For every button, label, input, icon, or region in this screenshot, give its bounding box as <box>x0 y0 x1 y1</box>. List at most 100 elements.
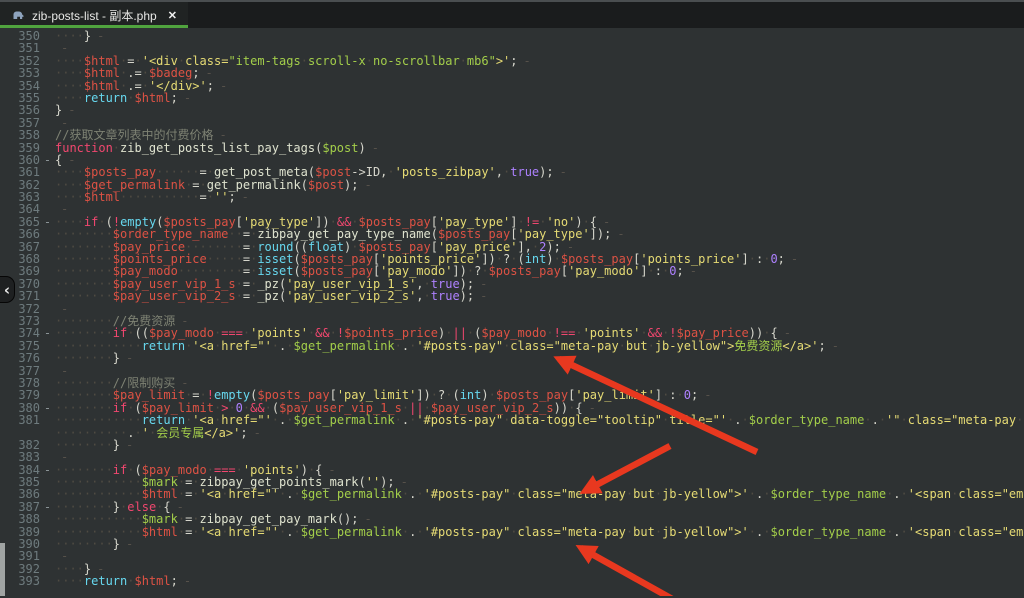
code-line: 391- <box>0 550 1024 562</box>
line-number: 351 <box>0 42 40 54</box>
fold-marker[interactable]: - <box>40 216 55 228</box>
eol-mark: - <box>474 289 487 303</box>
code-text: ············$html·=·'<a·href="'·.·$get_p… <box>55 526 1024 538</box>
fold-margin <box>40 166 55 178</box>
fold-marker[interactable]: - <box>40 327 55 339</box>
code-text: ····$html···········=·'';- <box>55 191 249 203</box>
code-text: function·zib_get_posts_list_pay_tags($po… <box>55 142 379 154</box>
fold-margin <box>40 575 55 587</box>
code-text: ····return·$html;- <box>55 575 191 587</box>
eol-mark: - <box>826 339 839 353</box>
line-number: 391 <box>0 550 40 562</box>
eol-mark: - <box>178 91 191 105</box>
code-area[interactable]: 350····}-351-352····$html·=·'<div·class=… <box>0 30 1024 588</box>
panel-collapse-chevron[interactable]: ‹ <box>0 276 15 303</box>
code-text: ········}- <box>55 352 133 364</box>
fold-margin <box>40 414 55 426</box>
fold-margin <box>40 117 55 129</box>
line-number: 379 <box>0 389 40 401</box>
fold-margin <box>40 179 55 191</box>
code-line: 350····}- <box>0 30 1024 42</box>
fold-margin <box>40 30 55 42</box>
line-number: 383 <box>0 451 40 463</box>
code-line: 389············$html·=·'<a·href="'·.·$ge… <box>0 526 1024 538</box>
eol-mark: - <box>214 79 227 93</box>
fold-margin <box>40 92 55 104</box>
code-line: 359function·zib_get_posts_list_pay_tags(… <box>0 142 1024 154</box>
eol-mark: - <box>120 351 133 365</box>
fold-margin <box>40 191 55 203</box>
line-number: 366 <box>0 228 40 240</box>
line-number: 386 <box>0 488 40 500</box>
fold-margin <box>40 203 55 215</box>
line-number: 361 <box>0 166 40 178</box>
eol-mark: - <box>359 178 372 192</box>
fold-margin <box>40 439 55 451</box>
fold-margin <box>40 55 55 67</box>
eol-mark: - <box>684 264 697 278</box>
fold-margin <box>40 80 55 92</box>
eol-mark: - <box>366 141 379 155</box>
code-line: 390········}- <box>0 538 1024 550</box>
fold-marker[interactable]: - <box>40 464 55 476</box>
fold-margin <box>40 67 55 79</box>
line-number: 393 <box>0 575 40 587</box>
line-number: 353 <box>0 67 40 79</box>
code-line: 355····return·$html;- <box>0 92 1024 104</box>
fold-margin <box>40 513 55 525</box>
fold-margin <box>40 451 55 463</box>
fold-margin <box>40 340 55 352</box>
code-line: 376 ········}- <box>0 352 1024 364</box>
code-line: 393 ····return·$html;- <box>0 575 1024 587</box>
line-number: 381 <box>0 414 40 426</box>
fold-marker[interactable]: - <box>40 501 55 513</box>
fold-margin <box>40 303 55 315</box>
code-line: 375············return·'<a·href="'·.·$get… <box>0 340 1024 352</box>
code-line: ··········.·'·会员专属</a>';- <box>0 427 1024 439</box>
eol-mark: - <box>91 29 104 43</box>
fold-margin <box>40 278 55 290</box>
fold-margin <box>40 253 55 265</box>
fold-margin <box>40 389 55 401</box>
eol-mark: - <box>698 388 711 402</box>
eol-mark: - <box>518 54 531 68</box>
line-number: 364 <box>0 203 40 215</box>
fold-margin <box>40 129 55 141</box>
eol-mark: - <box>611 227 624 241</box>
fold-margin <box>40 42 55 54</box>
tab-title: zib-posts-list - 副本.php <box>32 7 157 24</box>
code-line: 363····$html···········=·'';- <box>0 191 1024 203</box>
tab-bar: zib-posts-list - 副本.php ✕ <box>0 0 1024 28</box>
fold-margin <box>40 526 55 538</box>
eol-mark: - <box>785 252 798 266</box>
line-number: 388 <box>0 513 40 525</box>
fold-marker[interactable]: - <box>40 402 55 414</box>
fold-margin <box>40 365 55 377</box>
editor[interactable]: 350····}-351-352····$html·=·'<div·class=… <box>0 28 1024 598</box>
line-number: 374 <box>0 327 40 339</box>
code-text: ········$pay_user_vip_2_s·=·_pz('pay_use… <box>55 290 487 302</box>
code-line: 382········}- <box>0 439 1024 451</box>
eol-mark: - <box>120 438 133 452</box>
window-edge-strip <box>0 543 5 596</box>
code-text: ············$html·=·'<a·href="'·.·$get_p… <box>55 488 1024 500</box>
code-line: 371········$pay_user_vip_2_s·=·_pz('pay_… <box>0 290 1024 302</box>
php-file-icon <box>12 10 25 21</box>
line-number: 358 <box>0 129 40 141</box>
fold-margin <box>40 352 55 364</box>
line-number: 356 <box>0 104 40 116</box>
eol-mark: - <box>236 190 249 204</box>
eol-mark: - <box>120 537 133 551</box>
fold-margin <box>40 427 55 439</box>
chevron-left-icon: ‹ <box>4 281 10 299</box>
code-text: ············return·'<a·href="'·.·$get_pe… <box>55 340 839 352</box>
fold-margin <box>40 265 55 277</box>
eol-mark: - <box>554 165 567 179</box>
eol-mark: - <box>248 426 261 440</box>
fold-margin <box>40 241 55 253</box>
fold-marker[interactable]: - <box>40 154 55 166</box>
fold-margin <box>40 488 55 500</box>
fold-margin <box>40 228 55 240</box>
line-number: 376 <box>0 352 40 364</box>
tab-close-icon[interactable]: ✕ <box>168 9 177 22</box>
